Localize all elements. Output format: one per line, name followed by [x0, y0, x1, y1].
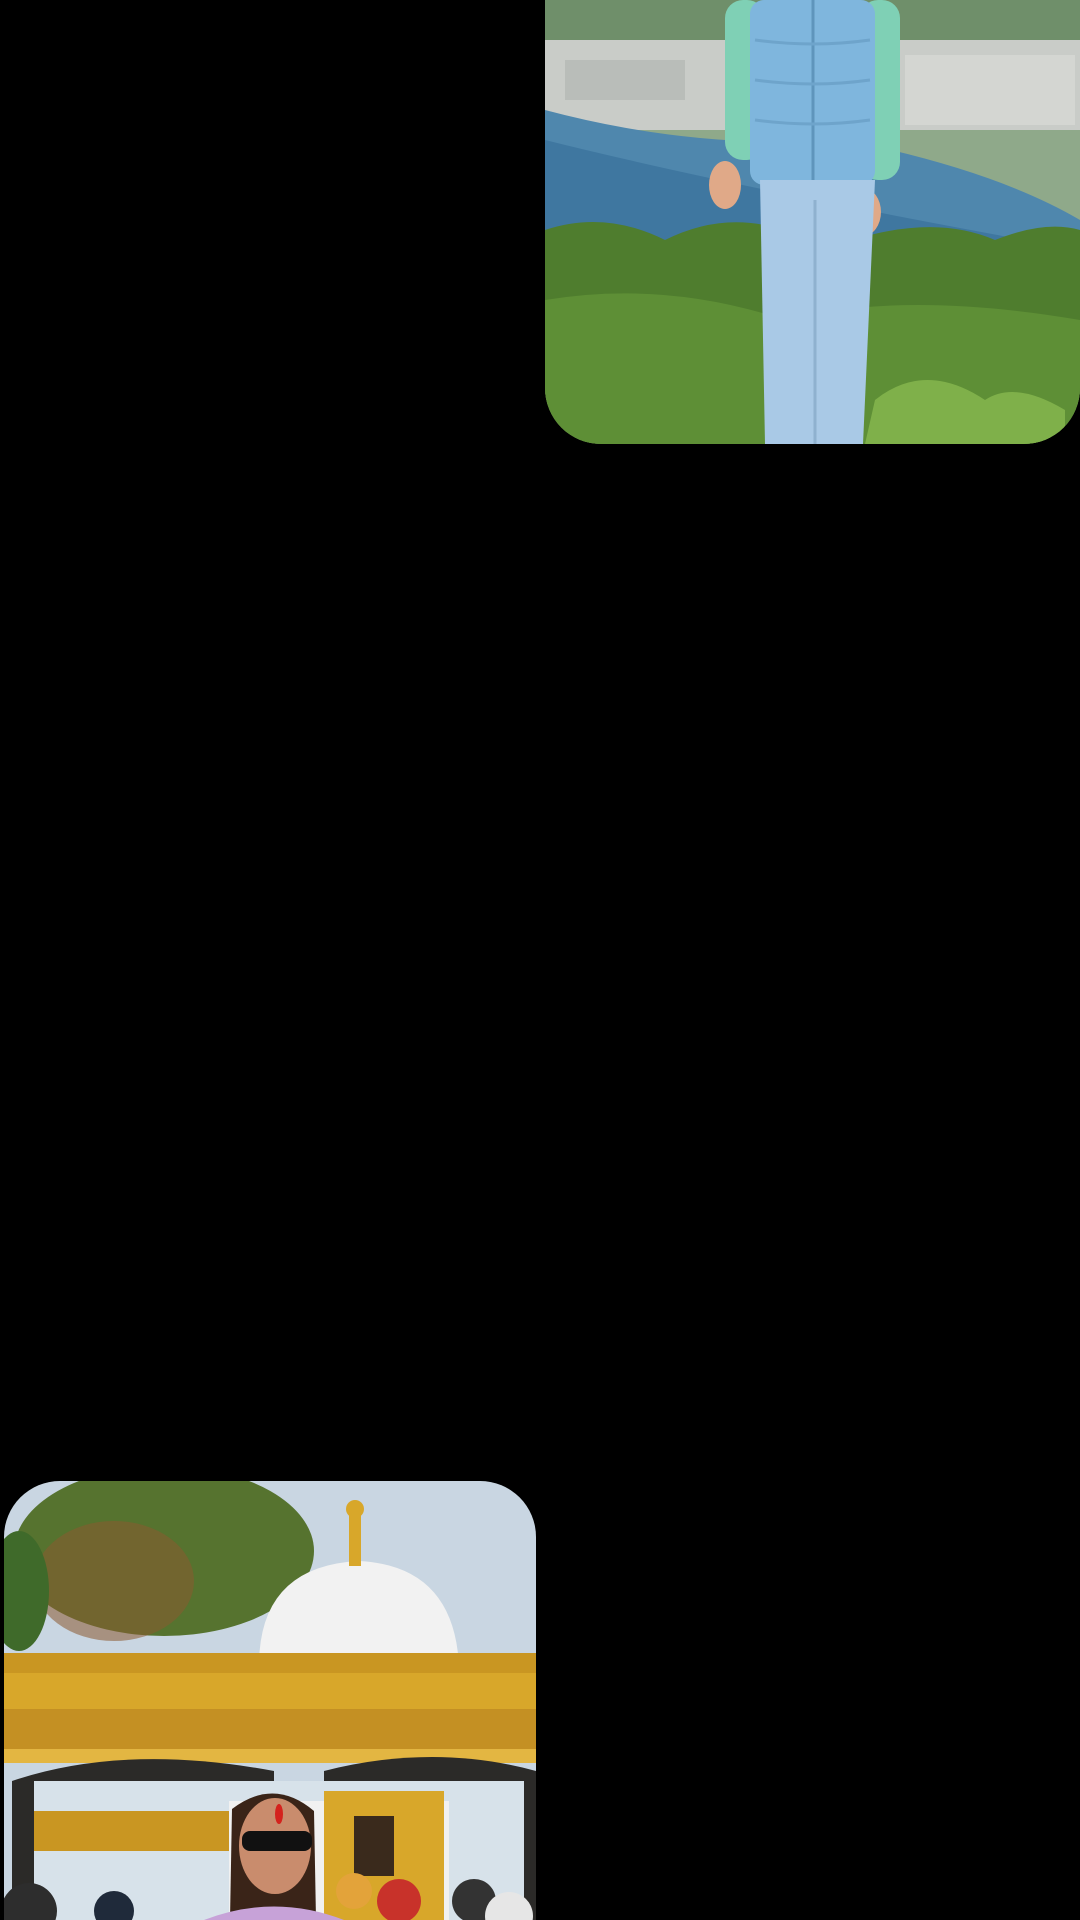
photo-card-lakeside-viewpoint[interactable]: [545, 0, 1080, 444]
photo-grid-screen: [0, 0, 1080, 1920]
lakeside-photo-image: [545, 0, 1080, 444]
gate-top-band: [4, 1653, 536, 1673]
temple-photo-image: [4, 1481, 536, 1920]
photo-card-golden-temple-gate[interactable]: [4, 1481, 536, 1920]
